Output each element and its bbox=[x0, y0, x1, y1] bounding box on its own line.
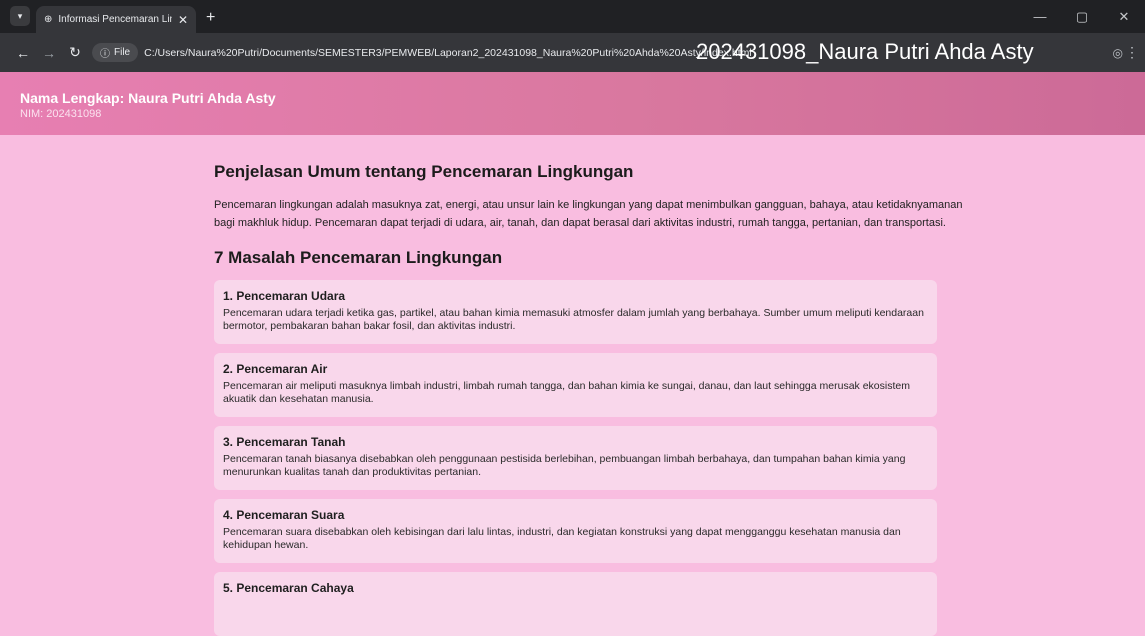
section-title: Penjelasan Umum tentang Pencemaran Lingk… bbox=[214, 162, 634, 181]
reload-icon[interactable]: ↻ bbox=[62, 44, 88, 61]
more-menu-icon[interactable]: ⋮ bbox=[1125, 44, 1139, 61]
browser-tab[interactable]: ⊕ Informasi Pencemaran Lingkun ✕ bbox=[36, 6, 196, 33]
globe-icon: ⊕ bbox=[44, 14, 53, 25]
card-title: 5. Pencemaran Cahaya bbox=[223, 581, 354, 595]
card-title: 2. Pencemaran Air bbox=[223, 362, 328, 376]
site-info-chip[interactable]: ⓘ File bbox=[92, 43, 139, 62]
student-name: Nama Lengkap: Naura Putri Ahda Asty bbox=[20, 90, 276, 106]
list-title: 7 Masalah Pencemaran Lingkungan bbox=[214, 248, 503, 267]
card-description: Pencemaran suara disebabkan oleh kebisin… bbox=[223, 526, 901, 551]
card-title: 1. Pencemaran Udara bbox=[223, 289, 346, 303]
forward-arrow-icon[interactable]: → bbox=[36, 45, 62, 61]
browser-tab-strip: ▾ ⊕ Informasi Pencemaran Lingkun ✕ + — ▢… bbox=[0, 0, 1145, 33]
info-icon: ⓘ bbox=[100, 49, 110, 60]
close-icon[interactable]: ✕ bbox=[178, 13, 188, 27]
intro-paragraph: Pencemaran lingkungan adalah masuknya za… bbox=[214, 199, 963, 229]
pollution-card-air-udara: 1. Pencemaran Udara Pencemaran udara ter… bbox=[214, 280, 937, 344]
pollution-card-water: 2. Pencemaran Air Pencemaran air meliput… bbox=[214, 353, 937, 417]
restore-icon[interactable]: ▢ bbox=[1061, 9, 1103, 25]
student-nim: NIM: 202431098 bbox=[20, 108, 102, 120]
back-arrow-icon[interactable]: ← bbox=[10, 45, 36, 61]
pollution-card-soil: 3. Pencemaran Tanah Pencemaran tanah bia… bbox=[214, 426, 937, 490]
profile-icon[interactable]: ◎ bbox=[1113, 46, 1123, 60]
window-controls: — ▢ ✕ bbox=[1019, 0, 1145, 33]
pollution-card-light: 5. Pencemaran Cahaya bbox=[214, 572, 937, 636]
card-description: Pencemaran air meliputi masuknya limbah … bbox=[223, 380, 910, 405]
card-description: Pencemaran tanah biasanya disebabkan ole… bbox=[223, 453, 906, 478]
pollution-card-noise: 4. Pencemaran Suara Pencemaran suara dis… bbox=[214, 499, 937, 563]
close-window-icon[interactable]: ✕ bbox=[1103, 9, 1145, 25]
minimize-icon[interactable]: — bbox=[1019, 9, 1061, 24]
tab-search-button[interactable]: ▾ bbox=[10, 6, 30, 26]
card-title: 3. Pencemaran Tanah bbox=[223, 435, 346, 449]
new-tab-button[interactable]: + bbox=[206, 9, 215, 27]
url-omnibox[interactable]: ⓘ File C:/Users/Naura%20Putri/Documents/… bbox=[92, 38, 782, 67]
card-title: 4. Pencemaran Suara bbox=[223, 508, 345, 522]
file-chip-label: File bbox=[114, 47, 131, 58]
url-text[interactable]: C:/Users/Naura%20Putri/Documents/SEMESTE… bbox=[144, 47, 752, 59]
page-header: Nama Lengkap: Naura Putri Ahda Asty NIM:… bbox=[0, 72, 1145, 135]
main-content: Penjelasan Umum tentang Pencemaran Lingk… bbox=[214, 162, 964, 636]
card-description: Pencemaran udara terjadi ketika gas, par… bbox=[223, 307, 924, 332]
student-id-overlay: 202431098_Naura Putri Ahda Asty bbox=[696, 39, 1034, 64]
tab-title: Informasi Pencemaran Lingkun bbox=[58, 14, 172, 25]
